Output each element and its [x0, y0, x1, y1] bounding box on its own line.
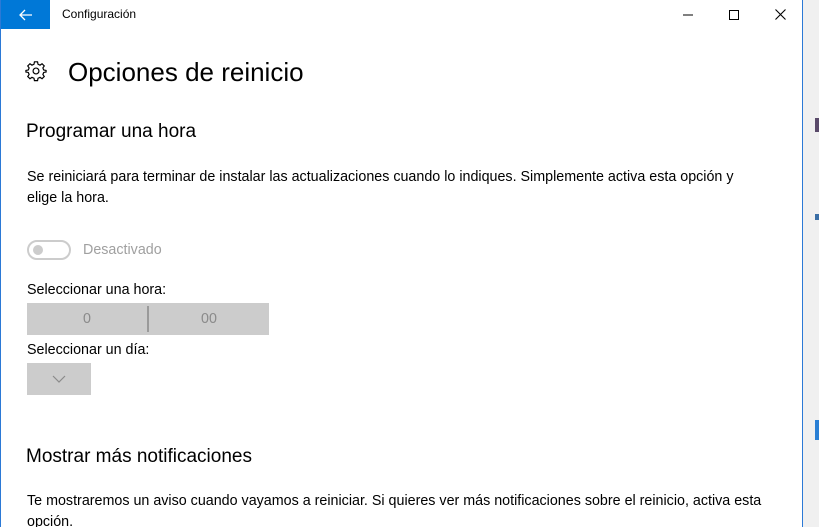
toggle-state-label: Desactivado	[83, 242, 162, 258]
schedule-toggle-row: Desactivado	[27, 240, 162, 260]
time-label: Seleccionar una hora:	[27, 282, 167, 298]
page-header: Opciones de reinicio	[25, 52, 304, 92]
time-picker[interactable]: 0 00	[27, 303, 269, 335]
background-fragment	[815, 214, 819, 220]
settings-window: Configuración Opciones de reinicio Progr…	[0, 0, 803, 527]
schedule-section-title: Programar una hora	[26, 121, 197, 142]
background-fragment	[815, 420, 819, 440]
maximize-button[interactable]	[711, 0, 757, 29]
page-title: Opciones de reinicio	[68, 56, 304, 87]
day-dropdown[interactable]	[27, 363, 91, 395]
close-icon	[774, 9, 786, 20]
title-bar: Configuración	[1, 0, 802, 29]
notifications-description: Te mostraremos un aviso cuando vayamos a…	[27, 493, 762, 527]
background-fragment	[815, 118, 819, 132]
schedule-description: Se reiniciará para terminar de instalar …	[27, 169, 734, 206]
arrow-left-icon	[18, 9, 32, 20]
hour-selector[interactable]: 0	[27, 303, 147, 335]
schedule-toggle[interactable]	[27, 240, 71, 260]
background-strip	[803, 0, 819, 527]
toggle-knob	[33, 245, 43, 255]
back-button[interactable]	[1, 0, 50, 29]
notifications-section-title: Mostrar más notificaciones	[26, 446, 252, 467]
minimize-icon	[683, 14, 693, 15]
gear-icon	[25, 61, 47, 82]
maximize-icon	[729, 9, 739, 20]
day-label: Seleccionar un día:	[27, 342, 150, 358]
chevron-down-icon	[52, 375, 66, 383]
minimize-button[interactable]	[665, 0, 711, 29]
window-title: Configuración	[62, 7, 137, 21]
close-button[interactable]	[757, 0, 802, 29]
minute-selector[interactable]: 00	[149, 303, 269, 335]
